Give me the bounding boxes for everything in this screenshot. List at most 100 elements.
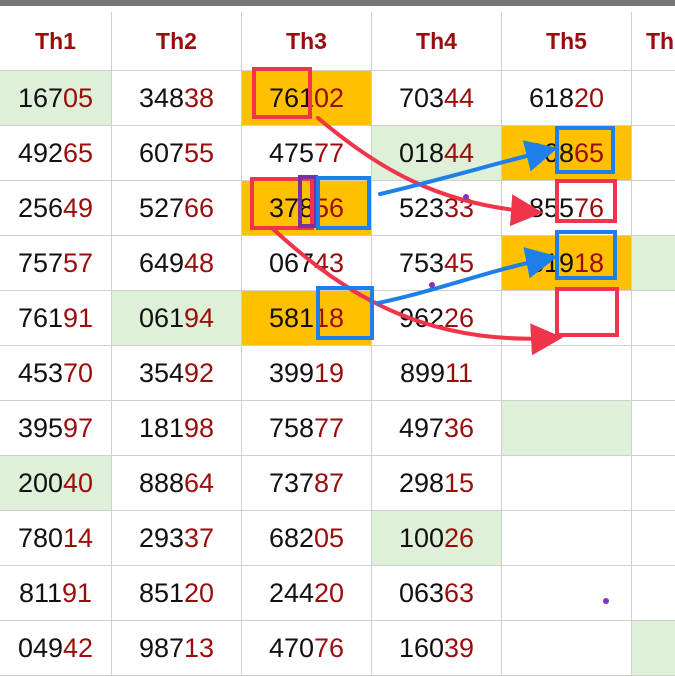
number-prefix: 348 bbox=[138, 82, 184, 113]
result-cell bbox=[632, 291, 675, 346]
number-prefix: 761 bbox=[17, 302, 63, 333]
number-suffix: 87 bbox=[314, 467, 345, 498]
result-cell: 063 63 bbox=[372, 566, 502, 621]
number-prefix: 063 bbox=[398, 577, 444, 608]
number-prefix: 018 bbox=[398, 137, 444, 168]
result-cell: 100 26 bbox=[372, 511, 502, 566]
column-header-3: Th3 bbox=[242, 12, 372, 71]
result-cell bbox=[502, 456, 632, 511]
number-suffix: 15 bbox=[444, 467, 475, 498]
number-suffix: 55 bbox=[184, 137, 215, 168]
number-suffix: 42 bbox=[63, 632, 94, 663]
number-suffix: 39 bbox=[444, 632, 475, 663]
annotation-dot bbox=[463, 194, 469, 200]
number-suffix: 13 bbox=[184, 632, 215, 663]
number-prefix: 607 bbox=[138, 137, 184, 168]
number-suffix: 43 bbox=[314, 247, 345, 278]
number-prefix: 581 bbox=[268, 302, 314, 333]
result-cell: 061 94 bbox=[112, 291, 242, 346]
number-suffix: 65 bbox=[63, 137, 94, 168]
result-cell: 703 44 bbox=[372, 71, 502, 126]
number-suffix: 26 bbox=[444, 522, 475, 553]
number-prefix: 737 bbox=[268, 467, 314, 498]
result-cell bbox=[632, 126, 675, 181]
result-cell: 761 91 bbox=[0, 291, 112, 346]
number-prefix: 987 bbox=[138, 632, 184, 663]
result-cell bbox=[632, 566, 675, 621]
number-suffix: 40 bbox=[63, 467, 94, 498]
number-prefix: 757 bbox=[17, 247, 63, 278]
blue-highlight-box bbox=[316, 176, 371, 230]
number-suffix: 77 bbox=[314, 412, 345, 443]
number-suffix: 11 bbox=[445, 357, 474, 388]
number-suffix: 64 bbox=[184, 467, 215, 498]
number-suffix: 66 bbox=[184, 192, 215, 223]
number-suffix: 20 bbox=[314, 577, 345, 608]
number-prefix: 049 bbox=[17, 632, 63, 663]
number-suffix: 97 bbox=[63, 412, 94, 443]
number-prefix: 851 bbox=[138, 577, 184, 608]
number-prefix: 753 bbox=[398, 247, 444, 278]
result-cell bbox=[502, 346, 632, 401]
number-suffix: 14 bbox=[63, 522, 94, 553]
result-cell: 475 77 bbox=[242, 126, 372, 181]
result-cell bbox=[502, 621, 632, 676]
result-cell: 049 42 bbox=[0, 621, 112, 676]
number-suffix: 94 bbox=[184, 302, 215, 333]
result-cell: 018 44 bbox=[372, 126, 502, 181]
result-cell: 757 57 bbox=[0, 236, 112, 291]
result-cell: 527 66 bbox=[112, 181, 242, 236]
result-cell: 395 97 bbox=[0, 401, 112, 456]
number-prefix: 200 bbox=[17, 467, 63, 498]
number-suffix: 91 bbox=[63, 302, 94, 333]
column-header-1: Th1 bbox=[0, 12, 112, 71]
number-prefix: 167 bbox=[17, 82, 63, 113]
result-cell bbox=[632, 621, 675, 676]
number-prefix: 395 bbox=[17, 412, 63, 443]
result-cell: 758 77 bbox=[242, 401, 372, 456]
result-cell: 523 33 bbox=[372, 181, 502, 236]
column-header-4: Th4 bbox=[372, 12, 502, 71]
result-cell bbox=[632, 71, 675, 126]
result-cell: 649 48 bbox=[112, 236, 242, 291]
number-prefix: 067 bbox=[268, 247, 314, 278]
number-prefix: 256 bbox=[17, 192, 63, 223]
number-suffix: 36 bbox=[444, 412, 475, 443]
number-prefix: 682 bbox=[268, 522, 314, 553]
result-cell bbox=[502, 566, 632, 621]
number-prefix: 703 bbox=[398, 82, 444, 113]
result-cell: 618 20 bbox=[502, 71, 632, 126]
result-cell: 899 11 bbox=[372, 346, 502, 401]
result-cell bbox=[632, 346, 675, 401]
number-suffix: 48 bbox=[184, 247, 215, 278]
result-cell: 181 98 bbox=[112, 401, 242, 456]
result-cell: 293 37 bbox=[112, 511, 242, 566]
number-prefix: 618 bbox=[528, 82, 574, 113]
number-suffix: 45 bbox=[444, 247, 475, 278]
number-suffix: 19 bbox=[314, 357, 345, 388]
result-cell: 851 20 bbox=[112, 566, 242, 621]
red-highlight-box bbox=[555, 287, 619, 337]
result-cell: 399 19 bbox=[242, 346, 372, 401]
result-cell bbox=[632, 456, 675, 511]
number-suffix: 02 bbox=[314, 82, 345, 113]
number-prefix: 523 bbox=[398, 192, 444, 223]
annotation-dot bbox=[603, 598, 609, 604]
number-prefix: 527 bbox=[138, 192, 184, 223]
red-highlight-box bbox=[555, 179, 617, 223]
result-cell: 753 45 bbox=[372, 236, 502, 291]
result-cell bbox=[632, 236, 675, 291]
result-cell: 987 13 bbox=[112, 621, 242, 676]
number-suffix: 76 bbox=[314, 632, 345, 663]
result-cell: 811 91 bbox=[0, 566, 112, 621]
column-header-5: Th5 bbox=[502, 12, 632, 71]
purple-highlight-box bbox=[298, 175, 318, 228]
number-suffix: 70 bbox=[63, 357, 94, 388]
number-prefix: 399 bbox=[268, 357, 314, 388]
number-prefix: 899 bbox=[399, 357, 446, 388]
number-prefix: 293 bbox=[138, 522, 184, 553]
number-suffix: 33 bbox=[444, 192, 475, 223]
number-prefix: 470 bbox=[268, 632, 314, 663]
number-prefix: 475 bbox=[268, 137, 314, 168]
number-suffix: 63 bbox=[444, 577, 475, 608]
